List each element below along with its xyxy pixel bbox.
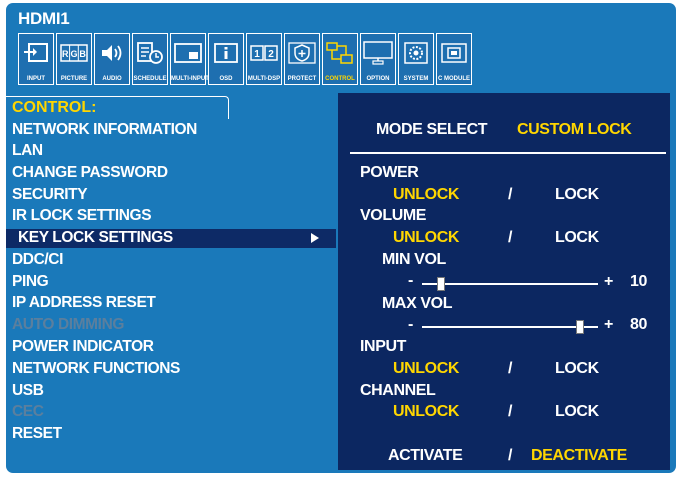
max-vol-label: MAX VOL — [382, 295, 453, 312]
tab-label: C MODULE — [438, 76, 470, 82]
tab-label: OPTION — [366, 76, 390, 82]
tab-label: PROTECT — [287, 76, 317, 82]
menu-item-change-password[interactable]: CHANGE PASSWORD — [12, 164, 168, 182]
power-lock-option[interactable]: LOCK — [555, 186, 599, 204]
tab-label: SYSTEM — [403, 76, 429, 82]
tab-label: MULTI-INPUT — [171, 76, 209, 82]
tab-osd[interactable]: OSD — [208, 33, 244, 85]
key-lock-settings-panel — [338, 93, 670, 470]
multi-input-icon — [171, 38, 205, 68]
max-vol-plus[interactable]: + — [604, 316, 613, 334]
tab-picture[interactable]: RGB PICTURE — [56, 33, 92, 85]
channel-label: CHANNEL — [360, 382, 436, 399]
svg-text:B: B — [79, 49, 86, 59]
menu-item-network-information[interactable]: NETWORK INFORMATION — [12, 121, 197, 139]
svg-text:2: 2 — [268, 49, 274, 60]
input-unlock-option[interactable]: UNLOCK — [393, 360, 459, 378]
menu-title: CONTROL: — [12, 99, 97, 116]
tab-schedule[interactable]: SCHEDULE — [132, 33, 168, 85]
menu-item-auto-dimming: AUTO DIMMING — [12, 316, 125, 333]
channel-unlock-option[interactable]: UNLOCK — [393, 403, 459, 421]
max-vol-minus[interactable]: - — [408, 316, 413, 334]
channel-lock-option[interactable]: LOCK — [555, 403, 599, 421]
input-separator: / — [508, 360, 513, 377]
activate-separator: / — [508, 447, 513, 464]
tab-multi-dsp[interactable]: 12 MULTI-DSP — [246, 33, 282, 85]
tab-input[interactable]: INPUT — [18, 33, 54, 85]
power-unlock-option[interactable]: UNLOCK — [393, 186, 459, 204]
schedule-icon — [133, 38, 167, 68]
power-label: POWER — [360, 164, 419, 181]
menu-item-ping[interactable]: PING — [12, 273, 49, 291]
tab-label: SCHEDULE — [133, 76, 167, 82]
category-icon-bar: INPUT RGB PICTURE AUDIO SCHEDULE MULTI-I… — [6, 33, 566, 85]
tab-audio[interactable]: AUDIO — [94, 33, 130, 85]
tab-label: CONTROL — [325, 76, 355, 82]
min-vol-minus[interactable]: - — [408, 272, 413, 290]
tab-label: OSD — [219, 76, 233, 82]
volume-label: VOLUME — [360, 207, 427, 224]
max-vol-slider-knob[interactable] — [576, 320, 585, 334]
svg-text:R: R — [62, 49, 69, 59]
control-icon — [323, 38, 357, 68]
channel-separator: / — [508, 403, 513, 420]
tab-option[interactable]: OPTION — [360, 33, 396, 85]
audio-icon — [95, 38, 129, 68]
picture-icon: RGB — [57, 38, 91, 68]
min-vol-slider-track[interactable] — [422, 283, 598, 285]
multi-dsp-icon: 12 — [247, 38, 281, 68]
tab-system[interactable]: SYSTEM — [398, 33, 434, 85]
menu-item-ddc-ci[interactable]: DDC/CI — [12, 251, 63, 269]
tab-label: MULTI-DSP — [247, 76, 281, 82]
svg-text:G: G — [70, 49, 77, 59]
chevron-right-icon — [311, 233, 319, 243]
min-vol-value: 10 — [630, 273, 647, 290]
volume-separator: / — [508, 229, 513, 246]
system-icon — [399, 38, 433, 68]
menu-item-ir-lock-settings[interactable]: IR LOCK SETTINGS — [12, 207, 152, 225]
menu-item-network-functions[interactable]: NETWORK FUNCTIONS — [12, 360, 180, 378]
max-vol-slider-track[interactable] — [422, 326, 598, 328]
mode-select-label: MODE SELECT — [376, 121, 488, 138]
divider — [350, 152, 666, 154]
menu-item-power-indicator[interactable]: POWER INDICATOR — [12, 338, 154, 356]
min-vol-label: MIN VOL — [382, 251, 446, 268]
left-menu-panel — [6, 96, 342, 470]
input-label: INPUT — [360, 338, 407, 355]
tab-protect[interactable]: PROTECT — [284, 33, 320, 85]
input-lock-option[interactable]: LOCK — [555, 360, 599, 378]
activate-option[interactable]: ACTIVATE — [388, 447, 463, 465]
menu-item-cec: CEC — [12, 403, 44, 420]
min-vol-slider-knob[interactable] — [436, 277, 445, 291]
tab-multi-input[interactable]: MULTI-INPUT — [170, 33, 209, 85]
tab-label: INPUT — [27, 76, 45, 82]
tab-c-module[interactable]: C MODULE — [436, 33, 472, 85]
menu-item-security[interactable]: SECURITY — [12, 186, 88, 204]
volume-lock-option[interactable]: LOCK — [555, 229, 599, 247]
osd-icon — [209, 38, 243, 68]
input-icon — [19, 38, 53, 68]
option-icon — [361, 38, 395, 68]
tab-control[interactable]: CONTROL — [322, 33, 358, 85]
tab-label: PICTURE — [60, 76, 88, 82]
mode-select-value[interactable]: CUSTOM LOCK — [517, 121, 632, 139]
menu-item-lan[interactable]: LAN — [12, 142, 43, 160]
max-vol-value: 80 — [630, 316, 647, 333]
menu-item-reset[interactable]: RESET — [12, 425, 62, 443]
deactivate-option[interactable]: DEACTIVATE — [531, 447, 627, 465]
min-vol-plus[interactable]: + — [604, 273, 613, 291]
menu-item-usb[interactable]: USB — [12, 382, 44, 400]
power-separator: / — [508, 186, 513, 203]
tab-label: AUDIO — [102, 76, 122, 82]
volume-unlock-option[interactable]: UNLOCK — [393, 229, 459, 247]
input-title: HDMI1 — [18, 9, 70, 28]
protect-icon — [285, 38, 319, 68]
svg-text:1: 1 — [254, 49, 260, 60]
c-module-icon — [437, 38, 471, 68]
menu-item-ip-address-reset[interactable]: IP ADDRESS RESET — [12, 294, 156, 312]
menu-item-key-lock-settings[interactable]: KEY LOCK SETTINGS — [18, 229, 173, 247]
